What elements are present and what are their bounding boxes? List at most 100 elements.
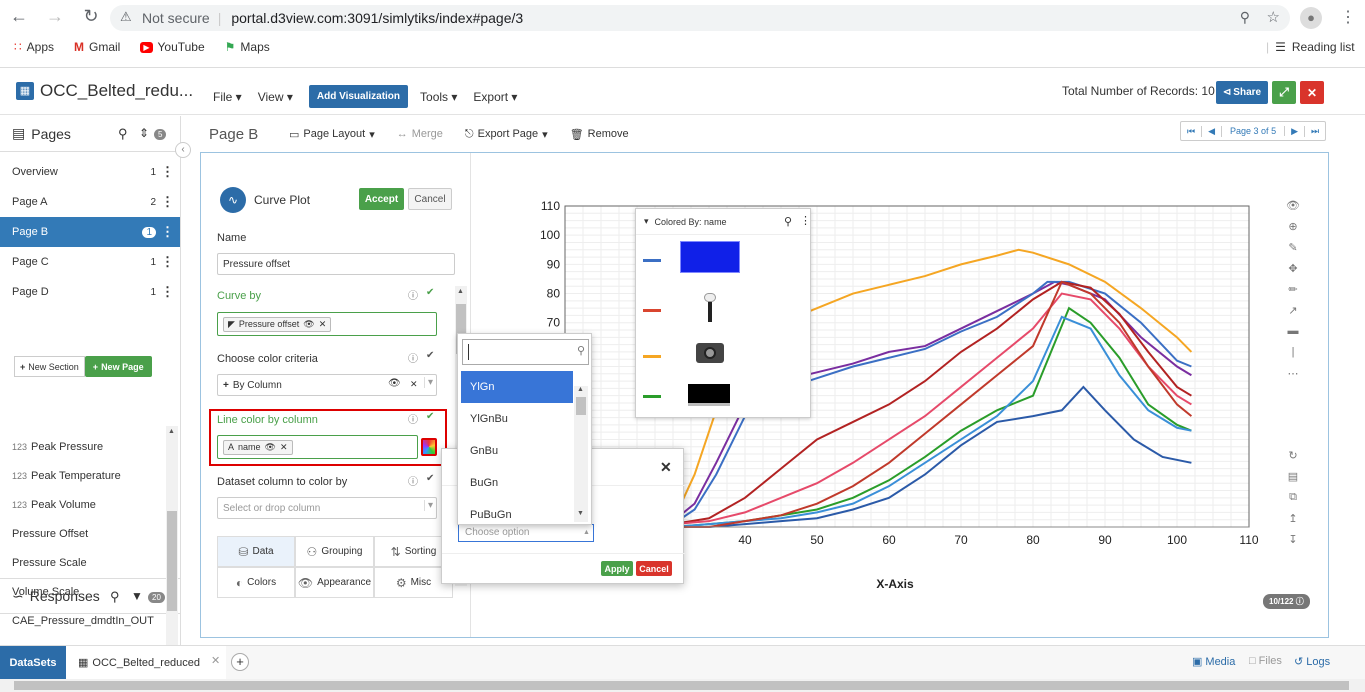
eraser-icon[interactable]: ▬ <box>1285 325 1301 346</box>
zoom-in-icon[interactable]: ⊕ <box>1285 220 1301 241</box>
info-icon[interactable]: ⓘ <box>408 287 418 302</box>
page-item-page-d[interactable]: Page D 1 ⋮ <box>0 277 180 307</box>
download-icon[interactable]: ↧ <box>1285 533 1301 554</box>
new-page-button[interactable]: + New Page <box>84 356 152 377</box>
search-icon[interactable]: ⚲ <box>784 215 792 228</box>
menu-tools[interactable]: Tools ▾ <box>420 90 457 104</box>
tab-grouping[interactable]: ⚇ Grouping <box>295 536 374 567</box>
curve-by-dropzone[interactable]: ◤ Pressure offset 👁 ✕ <box>217 312 437 336</box>
response-item[interactable]: Pressure Offset <box>0 519 165 548</box>
response-item[interactable]: Volume Scale <box>0 577 165 606</box>
chevron-down-icon[interactable]: ▾ <box>424 500 433 511</box>
pencil-icon[interactable]: ✏ <box>1285 283 1301 304</box>
reload-icon[interactable]: ↻ <box>80 6 102 27</box>
option-bugn[interactable]: BuGn <box>461 467 573 499</box>
logs-link[interactable]: ↺ Logs <box>1294 655 1330 669</box>
color-palette-icon[interactable] <box>421 438 437 456</box>
bookmark-maps[interactable]: ⚑ Maps <box>225 40 270 54</box>
page-item-page-c[interactable]: Page C 1 ⋮ <box>0 247 180 277</box>
page-item-page-a[interactable]: Page A 2 ⋮ <box>0 187 180 217</box>
response-item[interactable]: Pressure Scale <box>0 548 165 577</box>
eye-icon[interactable]: 👁 <box>303 319 314 330</box>
zoom-icon[interactable]: ⚲ <box>1240 9 1250 26</box>
menu-file[interactable]: File ▾ <box>213 90 242 104</box>
bookmark-apps[interactable]: ∷ Apps <box>14 40 54 54</box>
apply-button[interactable]: Apply <box>601 561 633 576</box>
sort-icon[interactable]: ⇕ <box>139 126 149 140</box>
option-ylgn[interactable]: YlGn <box>461 371 573 403</box>
menu-view[interactable]: View ▾ <box>258 90 293 104</box>
share-button[interactable]: ⊲ Share <box>1216 81 1268 104</box>
accept-button[interactable]: Accept <box>359 188 404 210</box>
curve-by-chip[interactable]: ◤ Pressure offset 👁 ✕ <box>223 316 332 332</box>
page-menu-icon[interactable]: ⋮ <box>161 284 174 300</box>
response-item[interactable]: 123 Peak Temperature <box>0 461 165 490</box>
name-input[interactable]: Pressure offset <box>217 253 455 275</box>
bookmark-gmail[interactable]: M Gmail <box>74 40 120 54</box>
option-pubugn[interactable]: PuBuGn <box>461 499 573 531</box>
line-color-chip[interactable]: Aname 👁 ✕ <box>223 439 293 455</box>
remove-icon[interactable]: ✕ <box>319 319 327 330</box>
bookmark-youtube[interactable]: ▶ YouTube <box>140 40 205 54</box>
arrow-icon[interactable]: ↗ <box>1285 304 1301 325</box>
line-color-dropzone[interactable]: Aname 👁 ✕ <box>217 435 418 459</box>
refresh-icon[interactable]: ↻ <box>1285 449 1301 470</box>
eye-icon[interactable]: 👁 <box>1285 199 1301 220</box>
dataset-column-select[interactable]: Select or drop column ▾ <box>217 497 437 519</box>
export-page-menu[interactable]: ⎋ Export Page ▾ <box>465 128 548 141</box>
page-item-page-b[interactable]: Page B 1 ⋮ <box>0 217 180 247</box>
legend-menu-icon[interactable]: ⋮ <box>800 214 811 227</box>
more-icon[interactable]: ⋯ <box>1285 367 1301 388</box>
merge-button[interactable]: ↔ Merge <box>397 128 443 140</box>
add-dataset-icon[interactable]: + <box>231 653 249 671</box>
close-button[interactable]: ✕ <box>1300 81 1324 104</box>
page-menu-icon[interactable]: ⋮ <box>161 254 174 270</box>
prev-page-icon[interactable]: ◀ <box>1202 125 1223 137</box>
responses-scrollbar[interactable]: ▲ <box>166 426 178 646</box>
reading-list[interactable]: | ☰ Reading list <box>1266 40 1355 54</box>
eye-icon[interactable]: 👁 <box>388 378 401 389</box>
info-icon[interactable]: ⓘ <box>408 411 418 426</box>
media-link[interactable]: ▣ Media <box>1192 655 1235 669</box>
clear-icon[interactable]: ✕ <box>410 379 418 390</box>
address-bar[interactable]: ⚠ Not secure | portal.d3view.com:3091/si… <box>110 5 1290 31</box>
search-icon[interactable]: ⚲ <box>118 126 128 142</box>
color-criteria-select[interactable]: + By Column 👁 ✕ ▾ <box>217 374 437 396</box>
page-item-overview[interactable]: Overview 1 ⋮ <box>0 157 180 187</box>
tab-appearance[interactable]: 👁 Appearance <box>295 567 374 598</box>
close-icon[interactable]: ✕ <box>660 459 672 476</box>
pan-icon[interactable]: ✥ <box>1285 262 1301 283</box>
remove-icon[interactable]: ✕ <box>280 442 288 453</box>
browser-menu-icon[interactable]: ⋮ <box>1340 7 1356 27</box>
colormap-search-input[interactable]: ⚲ <box>462 339 589 365</box>
popup-cancel-button[interactable]: Cancel <box>636 561 672 576</box>
back-icon[interactable]: ← <box>8 6 30 27</box>
menu-export[interactable]: Export ▾ <box>473 90 517 104</box>
response-item[interactable]: 123 Peak Volume <box>0 490 165 519</box>
brush-icon[interactable]: ✎ <box>1285 241 1301 262</box>
upload-icon[interactable]: ↥ <box>1285 512 1301 533</box>
tab-data[interactable]: ⛁ Data <box>217 536 295 567</box>
next-page-icon[interactable]: ▶ <box>1285 125 1305 137</box>
horizontal-scrollbar[interactable] <box>0 679 1365 692</box>
first-page-icon[interactable]: ⏮ <box>1181 125 1203 137</box>
tab-colors[interactable]: ◐ Colors <box>217 567 295 598</box>
info-icon[interactable]: ⓘ <box>408 350 418 365</box>
forward-icon[interactable]: → <box>44 6 66 27</box>
page-layout-menu[interactable]: ▭ Page Layout ▾ <box>289 128 375 141</box>
profile-icon[interactable]: ● <box>1300 7 1322 29</box>
eye-icon[interactable]: 👁 <box>265 442 276 453</box>
cancel-button[interactable]: Cancel <box>408 188 452 210</box>
expand-button[interactable]: ⤢ <box>1272 81 1296 104</box>
datasets-tab[interactable]: DataSets <box>0 646 66 679</box>
info-icon[interactable]: ⓘ <box>408 473 418 488</box>
chevron-down-icon[interactable]: ▾ <box>424 377 433 388</box>
remove-page-button[interactable]: 🗑 Remove <box>570 128 629 141</box>
new-section-button[interactable]: + New Section <box>14 356 85 377</box>
dataset-tab[interactable]: ▦ OCC_Belted_reduced ✕ <box>66 646 226 679</box>
page-menu-icon[interactable]: ⋮ <box>161 164 174 180</box>
page-menu-icon[interactable]: ⋮ <box>161 224 174 240</box>
response-item[interactable]: 123 Peak Pressure <box>0 432 165 461</box>
copy-icon[interactable]: ⧉ <box>1285 491 1301 512</box>
files-link[interactable]: □ Files <box>1249 655 1282 667</box>
